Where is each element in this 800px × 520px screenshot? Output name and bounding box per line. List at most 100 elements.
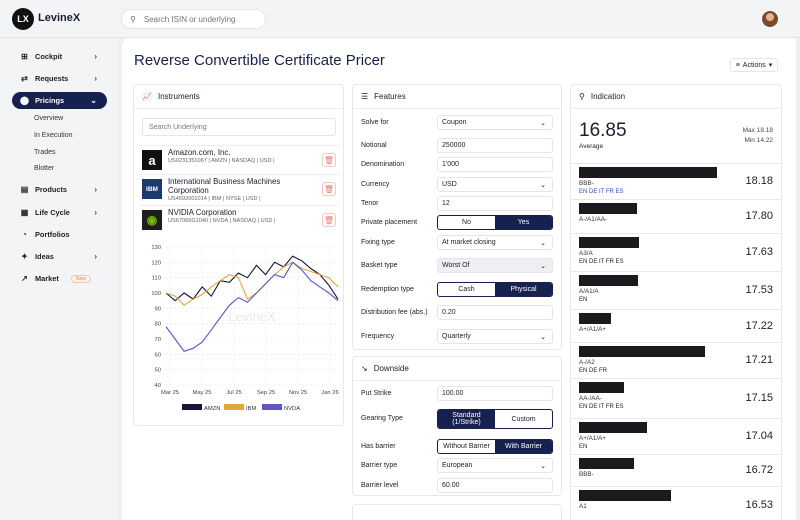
trash-icon[interactable]: 🗑 (322, 182, 336, 196)
top-bar: LX LevineX ⚲ (0, 0, 800, 38)
legend-swatch (182, 404, 202, 410)
trash-icon[interactable]: 🗑 (322, 213, 336, 227)
field-label: Gearing Type (361, 415, 403, 422)
chevron-right-icon: › (94, 185, 97, 194)
legend-swatch (224, 404, 244, 410)
quote-value: 17.63 (745, 246, 773, 258)
sidebar-item-label: Cockpit (35, 52, 63, 61)
products-icon: ▤ (20, 185, 29, 194)
quote-rating: BBB- (579, 180, 594, 187)
chevron-down-icon: ⌄ (540, 262, 546, 270)
quote-value: 17.22 (745, 320, 773, 332)
y-tick-label: 110 (152, 276, 161, 282)
underlying-search-input[interactable]: Search Underlying (142, 118, 336, 136)
quote-row[interactable]: A+/A1/A+ 17.22 (571, 309, 781, 342)
sidebar-item-portfolios[interactable]: ◔ Portfolios (12, 226, 107, 243)
y-tick-label: 90 (155, 306, 161, 312)
quote-row[interactable]: A+/A1/A+ EN 17.04 (571, 418, 781, 454)
segmented-toggle[interactable]: Standard (1/Strike) Custom (437, 409, 553, 429)
select-field[interactable]: At market closing ⌄ (437, 235, 553, 250)
user-avatar[interactable] (762, 11, 778, 27)
toggle-option[interactable]: Without Barrier (438, 440, 495, 453)
quote-row[interactable]: A/A1/A EN 17.53 (571, 271, 781, 309)
search-icon: ⚲ (130, 14, 136, 24)
instruments-title: Instruments (157, 92, 200, 101)
series-line-ibm (165, 261, 339, 307)
x-tick-label: Sep 25 (257, 390, 275, 396)
redacted-issuer (579, 313, 611, 324)
sidebar-item-pricings[interactable]: ⬤ Pricings ⌄ (12, 92, 107, 109)
sidebar-item-ideas[interactable]: ✦ Ideas › (12, 248, 107, 265)
redacted-issuer (579, 490, 671, 501)
toggle-option[interactable]: Yes (495, 216, 552, 229)
select-field[interactable]: European ⌄ (437, 458, 553, 473)
toggle-option[interactable]: Physical (495, 283, 552, 296)
toggle-option[interactable]: No (438, 216, 495, 229)
quote-row[interactable]: A-/A2 EN DE FR 17.21 (571, 342, 781, 378)
app-logo[interactable]: LX (12, 8, 34, 30)
panel-header: ⚲ Indication (571, 85, 781, 109)
sidebar-sub-in-execution[interactable]: In Execution (34, 132, 73, 139)
input-field[interactable]: 12 (437, 196, 553, 211)
segmented-toggle[interactable]: No Yes (437, 215, 553, 230)
instrument-meta: US0231351067 | AMZN | NASDAQ | USD | (168, 158, 275, 164)
quote-rating: BBB- (579, 471, 594, 478)
toggle-option[interactable]: With Barrier (495, 440, 552, 453)
field-value: Quarterly (442, 333, 471, 340)
app-name[interactable]: LevineX (38, 12, 80, 24)
returns-panel (352, 504, 562, 520)
quote-row[interactable]: BBB- EN DE IT FR ES 18.18 (571, 163, 781, 199)
input-field[interactable]: 250000 (437, 138, 553, 153)
search-box[interactable]: ⚲ (121, 9, 266, 29)
toggle-option[interactable]: Standard (1/Strike) (438, 410, 495, 428)
quote-row[interactable]: A-/A1/AA- 17.80 (571, 199, 781, 233)
sidebar-item-cockpit[interactable]: ⊞ Cockpit › (12, 48, 107, 65)
sidebar-item-requests[interactable]: ⇄ Requests › (12, 70, 107, 87)
sidebar-item-label: Portfolios (35, 230, 70, 239)
y-tick-label: 130 (151, 245, 161, 251)
toggle-option[interactable]: Custom (495, 410, 552, 428)
select-field[interactable]: USD ⌄ (437, 177, 553, 192)
input-field[interactable]: 60.00 (437, 478, 553, 493)
sidebar-sub-blotter[interactable]: Blotter (34, 165, 54, 172)
sidebar-item-market[interactable]: ↗ Market New (12, 270, 107, 287)
page-title: Reverse Convertible Certificate Pricer (134, 52, 385, 69)
input-field[interactable]: 100.00 (437, 386, 553, 401)
sidebar-sub-trades[interactable]: Trades (34, 149, 56, 156)
panel-header: 📈 Instruments (134, 85, 343, 109)
y-tick-label: 50 (155, 368, 161, 374)
quote-row[interactable]: BBB- 16.72 (571, 454, 781, 486)
field-label: Distribution fee (abs.) (361, 309, 428, 316)
trash-icon[interactable]: 🗑 (322, 153, 336, 167)
quote-rating: A/A1/A (579, 288, 599, 295)
quote-row[interactable]: AA-/AA- EN DE IT FR ES 17.15 (571, 378, 781, 418)
legend-label: IBM (246, 406, 256, 412)
segmented-toggle[interactable]: Cash Physical (437, 282, 553, 297)
quote-value: 17.53 (745, 284, 773, 296)
input-field[interactable]: 0.20 (437, 305, 553, 320)
sidebar-item-life-cycle[interactable]: ▦ Life Cycle › (12, 204, 107, 221)
legend-label: NVDA (284, 406, 300, 412)
search-input[interactable] (143, 14, 254, 24)
segmented-toggle[interactable]: Without Barrier With Barrier (437, 439, 553, 454)
select-field[interactable]: Worst Of ⌄ (437, 258, 553, 273)
instrument-row[interactable]: a Amazon.com, Inc. US0231351067 | AMZN |… (140, 145, 338, 172)
quote-rating: A-/A2 (579, 359, 595, 366)
field-label: Basket type (361, 262, 398, 269)
quote-rating: A+/A1/A+ (579, 435, 606, 442)
quote-languages: EN DE IT FR ES (579, 259, 624, 265)
input-field[interactable]: 1'000 (437, 157, 553, 172)
actions-button[interactable]: ≡ Actions ▾ (730, 58, 778, 72)
y-tick-label: 120 (151, 260, 161, 266)
downside-panel: ↘ Downside Put Strike 100.00 Gearing Type St… (352, 356, 562, 496)
select-field[interactable]: Coupon ⌄ (437, 115, 553, 130)
instrument-row[interactable]: ◉ NVIDIA Corporation US67066G1040 | NVDA… (140, 205, 338, 232)
sidebar-item-label: Ideas (35, 252, 54, 261)
quote-row[interactable]: A1 16.53 (571, 486, 781, 520)
instrument-row[interactable]: IBM International Business Machines Corp… (140, 174, 338, 202)
select-field[interactable]: Quarterly ⌄ (437, 329, 553, 344)
sidebar-sub-overview[interactable]: Overview (34, 115, 63, 122)
quote-row[interactable]: A3/A EN DE IT FR ES 17.63 (571, 233, 781, 271)
sidebar-item-products[interactable]: ▤ Products › (12, 181, 107, 198)
toggle-option[interactable]: Cash (438, 283, 495, 296)
